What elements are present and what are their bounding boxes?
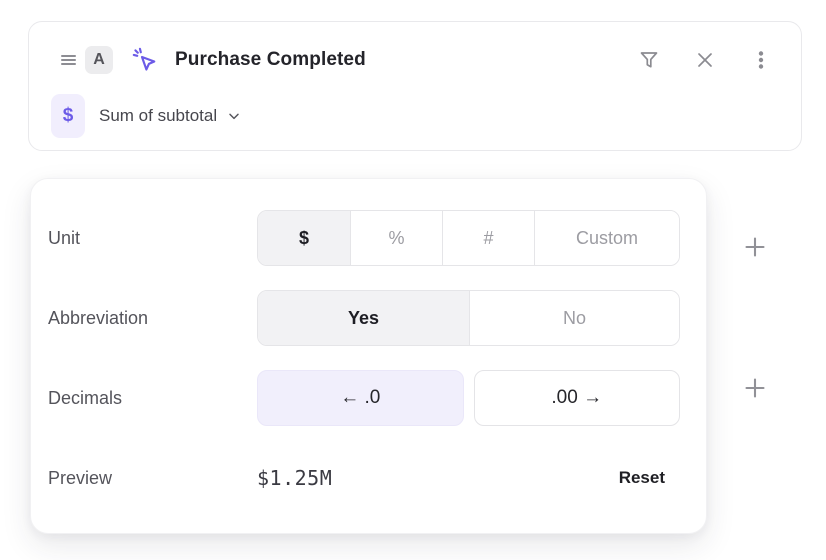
event-card-header: A Purchase Completed (61, 44, 777, 76)
reset-button[interactable]: Reset (619, 468, 665, 488)
unit-row: Unit $ % # Custom (48, 210, 680, 266)
abbreviation-segmented-control: Yes No (257, 290, 680, 346)
event-click-icon (131, 46, 159, 74)
preview-value: $1.25M (257, 466, 332, 490)
abbreviation-label: Abbreviation (48, 308, 257, 329)
abbreviation-option-no[interactable]: No (469, 291, 679, 345)
unit-option-number[interactable]: # (442, 211, 534, 265)
unit-segmented-control: $ % # Custom (257, 210, 680, 266)
add-item-icon[interactable] (739, 372, 771, 404)
abbreviation-row: Abbreviation Yes No (48, 290, 680, 346)
add-event-icon[interactable] (739, 231, 771, 263)
unit-option-percent[interactable]: % (350, 211, 442, 265)
event-title: Purchase Completed (175, 49, 366, 71)
chevron-down-icon (226, 108, 242, 124)
dollar-badge-icon: $ (51, 94, 85, 138)
decimals-increase-button[interactable]: .00 → (474, 370, 681, 426)
event-card-metric-row: $ Sum of subtotal (51, 94, 777, 138)
format-panel: Unit $ % # Custom Abbreviation Yes No De… (30, 178, 707, 534)
event-card: A Purchase Completed $ S (28, 21, 802, 151)
decimals-controls: ← .0 .00 → (257, 370, 680, 426)
decimals-decrease-button[interactable]: ← .0 (257, 370, 464, 426)
unit-option-custom[interactable]: Custom (534, 211, 679, 265)
event-letter-badge: A (85, 46, 113, 74)
filter-icon[interactable] (633, 44, 665, 76)
kebab-menu-icon[interactable] (745, 44, 777, 76)
metric-selector[interactable]: Sum of subtotal (99, 106, 242, 126)
metric-label: Sum of subtotal (99, 106, 217, 126)
unit-option-dollar[interactable]: $ (258, 211, 350, 265)
decimals-row: Decimals ← .0 .00 → (48, 370, 680, 426)
preview-label: Preview (48, 468, 257, 489)
preview-row: Preview $1.25M Reset (48, 450, 680, 506)
drag-handle-icon[interactable] (61, 53, 76, 67)
decimals-label: Decimals (48, 388, 257, 409)
unit-label: Unit (48, 228, 257, 249)
abbreviation-option-yes[interactable]: Yes (258, 291, 469, 345)
close-icon[interactable] (689, 44, 721, 76)
